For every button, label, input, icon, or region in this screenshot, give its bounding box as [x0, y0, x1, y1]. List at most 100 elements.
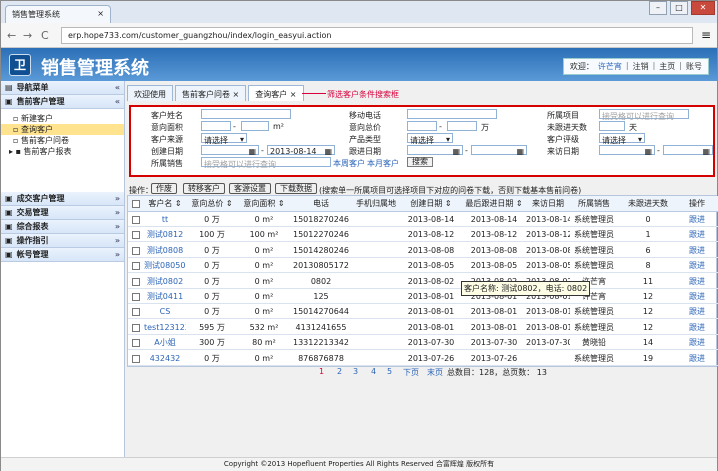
table-row[interactable]: 测试0411 0 万0 m² 125 2013-08-01 2013-08-01 2013…	[128, 289, 718, 304]
expand-icon[interactable]: »	[115, 236, 120, 245]
sidebar-section-closed-customers[interactable]: ▣ 成交客户管理 »	[1, 192, 124, 206]
cell-name[interactable]: tt	[144, 212, 186, 227]
collapse-icon[interactable]: «	[115, 97, 120, 106]
price-min-input[interactable]	[407, 121, 437, 131]
customer-name-input[interactable]	[201, 109, 291, 119]
row-checkbox[interactable]	[132, 323, 140, 332]
this-week-link[interactable]: 本周客户	[333, 158, 365, 169]
page-link[interactable]: 4	[371, 367, 376, 376]
calendar-icon[interactable]: ▦	[248, 147, 256, 156]
search-button[interactable]: 搜索	[407, 157, 433, 167]
cell-name[interactable]: 测试0411	[144, 289, 186, 304]
minimize-button[interactable]: –	[649, 1, 667, 15]
col-created[interactable]: 创建日期 ⇕	[400, 196, 462, 212]
followup-link[interactable]: 跟进	[678, 212, 716, 227]
col-customer-name[interactable]: 客户名 ⇕	[144, 196, 186, 212]
table-row[interactable]: 测试0812 100 万 100 m² 15012270246 2013-08-12 20…	[128, 227, 718, 243]
col-price[interactable]: 意向总价 ⇕	[186, 196, 238, 212]
visit-date-end-input[interactable]: ▦	[663, 145, 713, 156]
tab-welcome[interactable]: 欢迎使用	[127, 85, 173, 101]
table-row[interactable]: CS 0 万 0 m² 15014270644 2013-08-01 2013-08-01…	[128, 304, 718, 320]
followup-link[interactable]: 跟进	[678, 289, 716, 304]
close-icon[interactable]: ×	[233, 90, 240, 99]
followup-link[interactable]: 跟进	[678, 335, 716, 350]
maximize-button[interactable]: □	[670, 1, 688, 15]
expand-icon[interactable]: »	[115, 250, 120, 259]
page-link[interactable]: 1	[319, 367, 324, 376]
cell-name[interactable]: test123123	[144, 320, 186, 335]
table-row[interactable]: 测试0808 0 万 0 m² 15014280246 2013-08-08 2013-0…	[128, 243, 718, 258]
reload-icon[interactable]: C	[41, 29, 49, 42]
url-input[interactable]: erp.hope733.com/customer_guangzhou/index…	[61, 27, 693, 44]
followup-link[interactable]: 跟进	[678, 274, 716, 289]
area-min-input[interactable]	[201, 121, 231, 131]
this-month-link[interactable]: 本月客户	[367, 158, 399, 169]
sidebar-item-presale-survey[interactable]: ▫ 售前客户问卷	[1, 135, 124, 146]
tab-query-customer[interactable]: 查询客户 ×	[248, 85, 304, 101]
user-name-link[interactable]: 许芒宵	[598, 61, 622, 72]
cell-name[interactable]: 测试0802	[144, 274, 186, 289]
page-link[interactable]: 5	[387, 367, 392, 376]
cell-name[interactable]: 432432	[144, 351, 186, 366]
page-link[interactable]: 2	[337, 367, 342, 376]
created-date-start-input[interactable]: ▦	[201, 145, 259, 156]
expand-icon[interactable]: »	[115, 208, 120, 217]
last-page-link[interactable]: 末页	[427, 367, 443, 378]
download-data-button[interactable]: 下载数据	[275, 183, 317, 194]
calendar-icon[interactable]: ▦	[644, 147, 652, 156]
table-row[interactable]: A小姐 300 万 80 m² 13312213342 2013-07-30 2013-0…	[128, 335, 718, 351]
product-type-select[interactable]: 请选择 ▾	[407, 133, 453, 145]
followup-link[interactable]: 跟进	[678, 351, 716, 366]
calendar-icon[interactable]: ▦	[702, 147, 710, 156]
next-page-link[interactable]: 下页	[403, 367, 419, 378]
table-row[interactable]: tt 0 万 0 m² 15018270246 2013-08-14 2013-08-14…	[128, 212, 718, 227]
followup-link[interactable]: 跟进	[678, 243, 716, 258]
followup-days-input[interactable]	[599, 121, 625, 131]
sales-input[interactable]: 接受格可以进行查询	[201, 157, 331, 169]
menu-icon[interactable]: ≡	[701, 28, 711, 42]
source-select[interactable]: 请选择 ▾	[201, 133, 247, 145]
tab-presale-survey[interactable]: 售前客户问卷 ×	[175, 85, 247, 101]
followup-link[interactable]: 跟进	[678, 258, 716, 273]
page-link[interactable]: 3	[353, 367, 358, 376]
visit-date-start-input[interactable]: ▦	[599, 145, 655, 156]
logout-link[interactable]: 注销	[633, 61, 649, 72]
created-date-end-input[interactable]: 2013-08-14 ▦	[267, 145, 335, 156]
area-max-input[interactable]	[241, 121, 269, 131]
source-settings-button[interactable]: 客源设置	[229, 183, 271, 194]
table-row[interactable]: 测试08020 万0 m²08022013-08-022013-08-02201…	[128, 274, 718, 289]
project-input[interactable]: 接受格可以进行查询	[599, 109, 689, 121]
followup-link[interactable]: 跟进	[678, 227, 716, 242]
account-link[interactable]: 账号	[686, 61, 702, 72]
row-checkbox[interactable]	[132, 339, 140, 348]
home-link[interactable]: 主页	[659, 61, 675, 72]
table-row[interactable]: test123123 595 万 532 m² 4131241655 2013-08-0…	[128, 320, 718, 335]
close-icon[interactable]: ×	[97, 9, 104, 18]
row-checkbox[interactable]	[132, 246, 140, 255]
expand-arrow-icon[interactable]: ▸	[9, 147, 13, 156]
expand-icon[interactable]: »	[115, 194, 120, 203]
select-all-checkbox[interactable]	[132, 200, 140, 208]
row-checkbox[interactable]	[132, 216, 140, 224]
col-area[interactable]: 意向面积 ⇕	[238, 196, 290, 212]
row-checkbox[interactable]	[132, 354, 140, 363]
browser-tab[interactable]: 销售管理系统 ×	[5, 5, 111, 23]
sidebar-item-presale-report[interactable]: ▸ ▪ 售前客户报表	[1, 146, 124, 157]
sidebar-item-query-customer[interactable]: ▫ 查询客户	[1, 124, 124, 135]
sidebar-item-new-customer[interactable]: ▫ 新建客户	[1, 113, 124, 124]
transfer-customer-button[interactable]: 转移客户	[183, 183, 225, 194]
mobile-input[interactable]	[407, 109, 497, 119]
row-checkbox[interactable]	[132, 308, 140, 317]
row-checkbox[interactable]	[132, 277, 140, 286]
followup-link[interactable]: 跟进	[678, 304, 716, 319]
cell-name[interactable]: 测试0812	[144, 227, 186, 242]
calendar-icon[interactable]: ▦	[324, 147, 332, 156]
rating-select[interactable]: 请选择 ▾	[599, 133, 645, 145]
collapse-icon[interactable]: «	[115, 83, 120, 92]
sidebar-section-reports[interactable]: ▣ 综合报表 »	[1, 220, 124, 234]
cell-name[interactable]: A小姐	[144, 335, 186, 350]
row-checkbox[interactable]	[132, 231, 140, 240]
back-icon[interactable]: ←	[7, 29, 16, 42]
followup-date-end-input[interactable]: ▦	[471, 145, 527, 156]
followup-link[interactable]: 跟进	[678, 320, 716, 335]
